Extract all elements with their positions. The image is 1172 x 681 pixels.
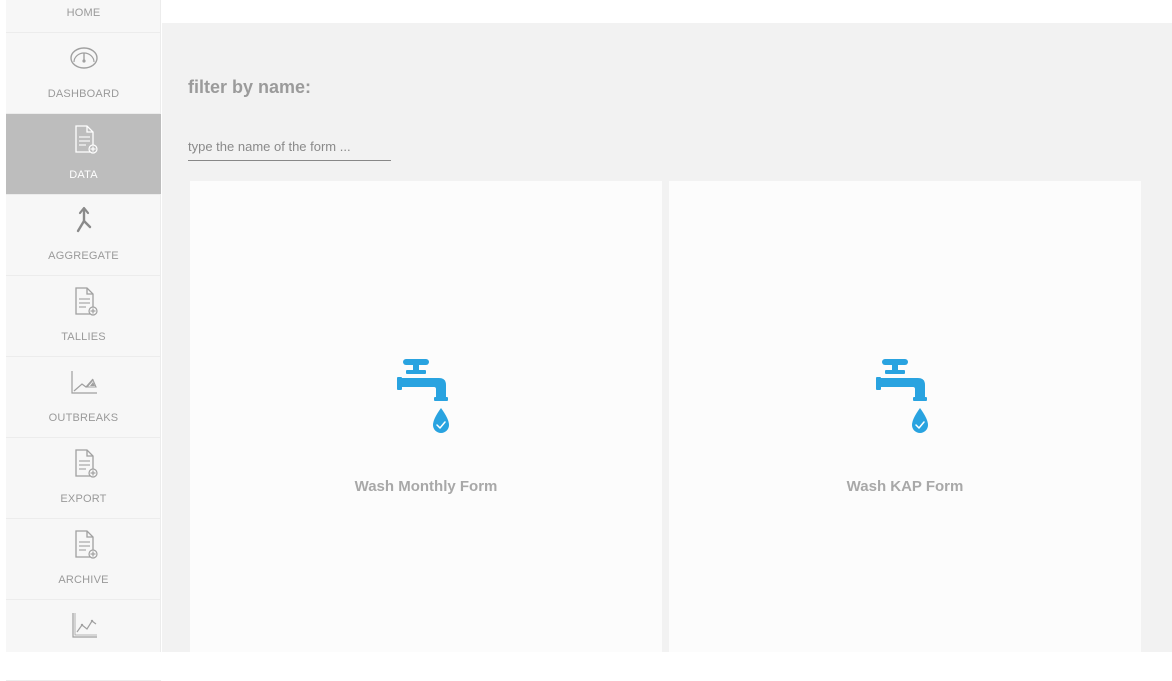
document-add-icon [74, 125, 98, 154]
sidebar-item-label: ARCHIVE [58, 574, 109, 586]
sidebar: HOME DASHBOARD DATA AGGREGATE TALLIES OU… [6, 0, 161, 681]
sidebar-item-label: OUTBREAKS [48, 412, 119, 424]
trend-chart-icon [70, 371, 97, 394]
sidebar-item-data[interactable]: DATA [6, 114, 161, 195]
sidebar-item-tallies[interactable]: TALLIES [6, 276, 161, 357]
water-tap-icon [397, 359, 449, 433]
sidebar-item-outbreaks[interactable]: OUTBREAKS [6, 357, 161, 438]
sidebar-item-aggregate[interactable]: AGGREGATE [6, 195, 161, 276]
document-add-icon [74, 449, 98, 478]
sidebar-item-label: AGGREGATE [48, 250, 119, 262]
water-tap-icon [876, 359, 928, 433]
sidebar-item-archive[interactable]: ARCHIVE [6, 519, 161, 600]
form-card-wash-monthly[interactable]: Wash Monthly Form [190, 181, 662, 652]
merge-arrow-icon [76, 206, 91, 233]
sidebar-item-label: DASHBOARD [47, 88, 120, 100]
form-card-title: Wash KAP Form [846, 478, 964, 495]
sidebar-item-dashboard[interactable]: DASHBOARD [6, 33, 161, 114]
filter-title: filter by name: [188, 77, 312, 97]
document-add-icon [74, 530, 98, 559]
sidebar-item-label: EXPORT [60, 493, 107, 505]
sidebar-item-label: TALLIES [61, 331, 106, 343]
sidebar-item-analytics[interactable] [6, 600, 161, 681]
line-chart-icon [71, 613, 97, 638]
form-card-wash-kap[interactable]: Wash KAP Form [669, 181, 1141, 652]
sidebar-item-label: DATA [69, 169, 98, 181]
main-content: filter by name: Wash Monthly Form Wash K… [162, 23, 1172, 652]
form-card-title: Wash Monthly Form [354, 478, 498, 495]
sidebar-item-export[interactable]: EXPORT [6, 438, 161, 519]
filter-input[interactable] [188, 135, 391, 161]
sidebar-item-label: HOME [66, 7, 101, 19]
document-add-icon [74, 287, 98, 316]
sidebar-item-home[interactable]: HOME [6, 0, 161, 33]
gauge-icon [69, 47, 98, 69]
